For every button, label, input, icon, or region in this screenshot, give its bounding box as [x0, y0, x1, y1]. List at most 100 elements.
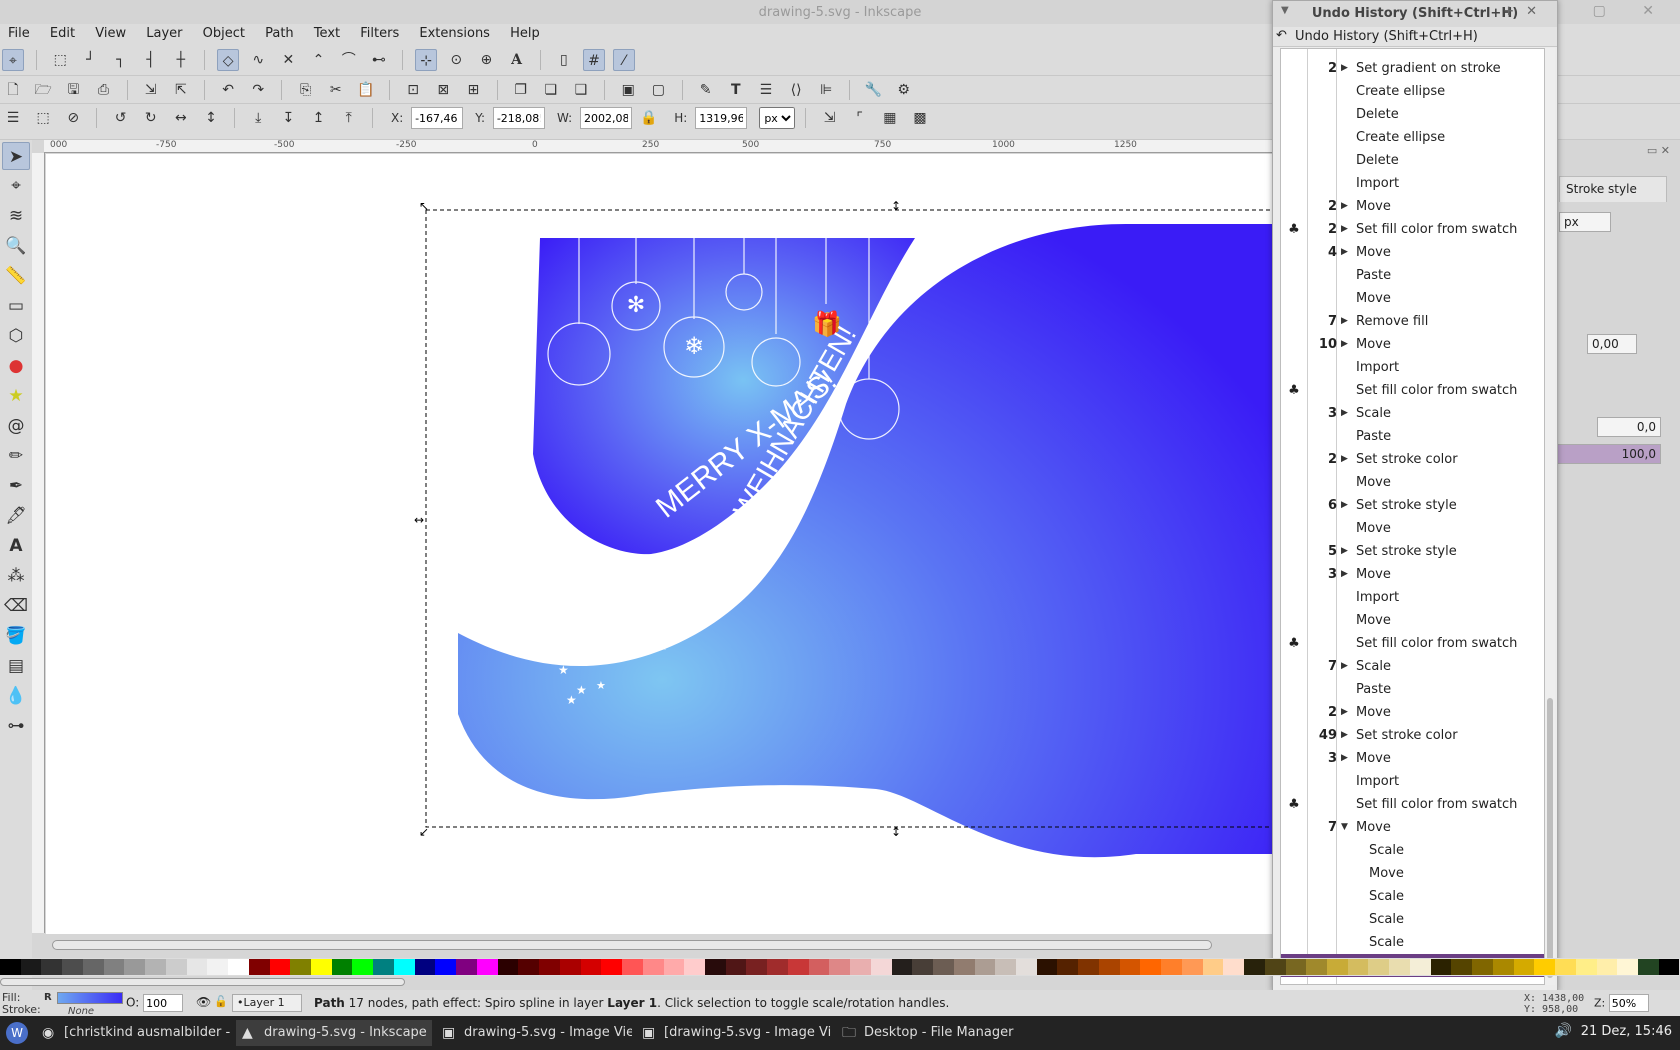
palette-swatch[interactable]	[1306, 959, 1327, 975]
menu-object[interactable]: Object	[195, 24, 253, 43]
palette-swatch[interactable]	[518, 959, 540, 975]
vertical-ruler[interactable]	[32, 153, 45, 933]
menu-file[interactable]: File	[0, 24, 38, 43]
expand-arrow-icon[interactable]: ▶	[1341, 540, 1348, 563]
gradient-tool-icon[interactable]: ▤	[2, 652, 30, 680]
duplicate-icon[interactable]: ❐	[510, 79, 532, 101]
artwork[interactable]: ✻ ❄ 🎁 MERRY X-MAS! FROHE WEIHNACHTEN! ★ …	[46, 154, 1274, 934]
eye-icon[interactable]: 👁	[196, 995, 211, 1009]
palette-swatch[interactable]	[435, 959, 457, 975]
lock-ratio-icon[interactable]: 🔒	[638, 107, 660, 129]
group-icon[interactable]: ▣	[617, 79, 639, 101]
snap-midpoint-icon[interactable]: ⊷	[368, 49, 390, 71]
palette-swatch[interactable]	[1036, 959, 1058, 975]
snap-page-icon[interactable]: ▯	[553, 49, 575, 71]
palette-swatch[interactable]	[1658, 959, 1680, 975]
print-icon[interactable]: ⎙	[92, 79, 114, 101]
palette-swatch[interactable]	[1513, 959, 1535, 975]
deselect-icon[interactable]: ⊘	[62, 107, 84, 129]
palette-swatch[interactable]	[912, 959, 934, 975]
palette-scrollbar[interactable]	[0, 978, 405, 986]
task-inkscape[interactable]: ▲ drawing-5.svg - Inkscape	[236, 1020, 432, 1046]
cut-icon[interactable]: ✂	[325, 79, 347, 101]
palette-swatch[interactable]	[870, 959, 892, 975]
palette-swatch[interactable]	[808, 959, 830, 975]
spiral-tool-icon[interactable]: @	[2, 412, 30, 440]
palette-swatch[interactable]	[1575, 959, 1597, 975]
layers-icon[interactable]: ☰	[755, 79, 777, 101]
undo-history-row[interactable]: 6 ▶ Set stroke style	[1281, 494, 1544, 517]
redo-icon[interactable]: ↷	[247, 79, 269, 101]
open-icon[interactable]: 🗁	[32, 79, 54, 101]
x-input[interactable]	[411, 107, 464, 129]
expand-arrow-icon[interactable]: ▶	[1341, 494, 1348, 517]
snap-nodes-icon[interactable]: ◇	[217, 49, 240, 71]
palette-swatch[interactable]	[62, 959, 83, 975]
scale-handle[interactable]: ↕	[891, 199, 901, 213]
raise-top-icon[interactable]: ⤒	[338, 107, 360, 129]
snap-rotation-center-icon[interactable]: ⊕	[475, 49, 497, 71]
palette-swatch[interactable]	[414, 959, 436, 975]
undo-history-row[interactable]: 3 ▶ Move	[1281, 747, 1544, 770]
clock[interactable]: 21 Dez, 15:46	[1581, 1024, 1672, 1039]
flip-horizontal-icon[interactable]: ↔	[170, 107, 192, 129]
export-icon[interactable]: ⇱	[170, 79, 192, 101]
palette-swatch[interactable]	[0, 959, 21, 975]
w-input[interactable]	[580, 107, 632, 129]
connector-tool-icon[interactable]: ⊶	[2, 712, 30, 740]
snap-smooth-icon[interactable]: ⌒	[338, 49, 360, 71]
undo-history-row[interactable]: Move	[1281, 471, 1544, 494]
palette-swatch[interactable]	[145, 959, 166, 975]
document-properties-icon[interactable]: ⚙	[893, 79, 915, 101]
snap-center-icon[interactable]: ⊙	[445, 49, 467, 71]
star-tool-icon[interactable]: ★	[2, 382, 30, 410]
undo-history-child-row[interactable]: Scale	[1281, 885, 1544, 908]
rotate-cw-icon[interactable]: ↻	[140, 107, 162, 129]
palette-swatch[interactable]	[1098, 959, 1120, 975]
undo-history-row[interactable]: 10 ▶ Move	[1281, 333, 1544, 356]
preferences-icon[interactable]: 🔧	[863, 79, 885, 101]
palette-swatch[interactable]	[933, 959, 954, 975]
undo-history-row[interactable]: Import	[1281, 770, 1544, 793]
snap-enable-icon[interactable]: ⌖	[2, 49, 24, 71]
expand-arrow-icon[interactable]: ▶	[1341, 218, 1348, 241]
align-distribute-icon[interactable]: ⊫	[815, 79, 837, 101]
canvas-horizontal-scrollbar[interactable]	[52, 940, 1212, 950]
selector-tool-icon[interactable]: ➤	[2, 142, 30, 170]
palette-swatch[interactable]	[1368, 959, 1390, 975]
palette-swatch[interactable]	[746, 959, 768, 975]
snap-cusp-icon[interactable]: ⌃	[308, 49, 330, 71]
palette-swatch[interactable]	[1181, 959, 1203, 975]
expanded-arrow-icon[interactable]: ▼	[1341, 816, 1348, 839]
expand-arrow-icon[interactable]: ▶	[1341, 724, 1348, 747]
scale-handle[interactable]: ↖	[419, 199, 429, 213]
fill-swatch[interactable]	[57, 992, 123, 1004]
tweak-tool-icon[interactable]: ≋	[2, 202, 30, 230]
palette-swatch[interactable]	[891, 959, 913, 975]
palette-swatch[interactable]	[82, 959, 104, 975]
palette-swatch[interactable]	[1161, 959, 1182, 975]
palette-swatch[interactable]	[352, 959, 374, 975]
palette-swatch[interactable]	[1389, 959, 1410, 975]
new-document-icon[interactable]: 🗋	[2, 79, 24, 101]
palette-swatch[interactable]	[642, 959, 664, 975]
palette-swatch[interactable]	[41, 959, 63, 975]
stroke-unit-select[interactable]: px	[1559, 212, 1611, 232]
fill-stroke-icon[interactable]: ✎	[695, 79, 717, 101]
palette-swatch[interactable]	[953, 959, 975, 975]
snap-guide-icon[interactable]: ⁄	[613, 49, 636, 71]
undo-history-row[interactable]: ♣ Set fill color from swatch	[1281, 632, 1544, 655]
expand-arrow-icon[interactable]: ▶	[1341, 402, 1348, 425]
palette-swatch[interactable]	[1472, 959, 1493, 975]
palette-swatch[interactable]	[1078, 959, 1099, 975]
zoom-page-icon[interactable]: ⊞	[462, 79, 484, 101]
palette-swatch[interactable]	[393, 959, 415, 975]
palette-swatch[interactable]	[1223, 959, 1245, 975]
scale-corners-icon[interactable]: ⌜	[849, 107, 871, 129]
undo-history-row[interactable]: Move	[1281, 609, 1544, 632]
dialog-controls[interactable]: +✕	[1503, 4, 1549, 19]
clone-icon[interactable]: ❏	[540, 79, 562, 101]
task-image-viewer-2[interactable]: ▣ [drawing-5.svg - Image View...	[636, 1020, 832, 1046]
undo-history-row[interactable]: 7 ▶ Scale	[1281, 655, 1544, 678]
undo-history-row[interactable]: 35 Create text	[1281, 49, 1544, 57]
